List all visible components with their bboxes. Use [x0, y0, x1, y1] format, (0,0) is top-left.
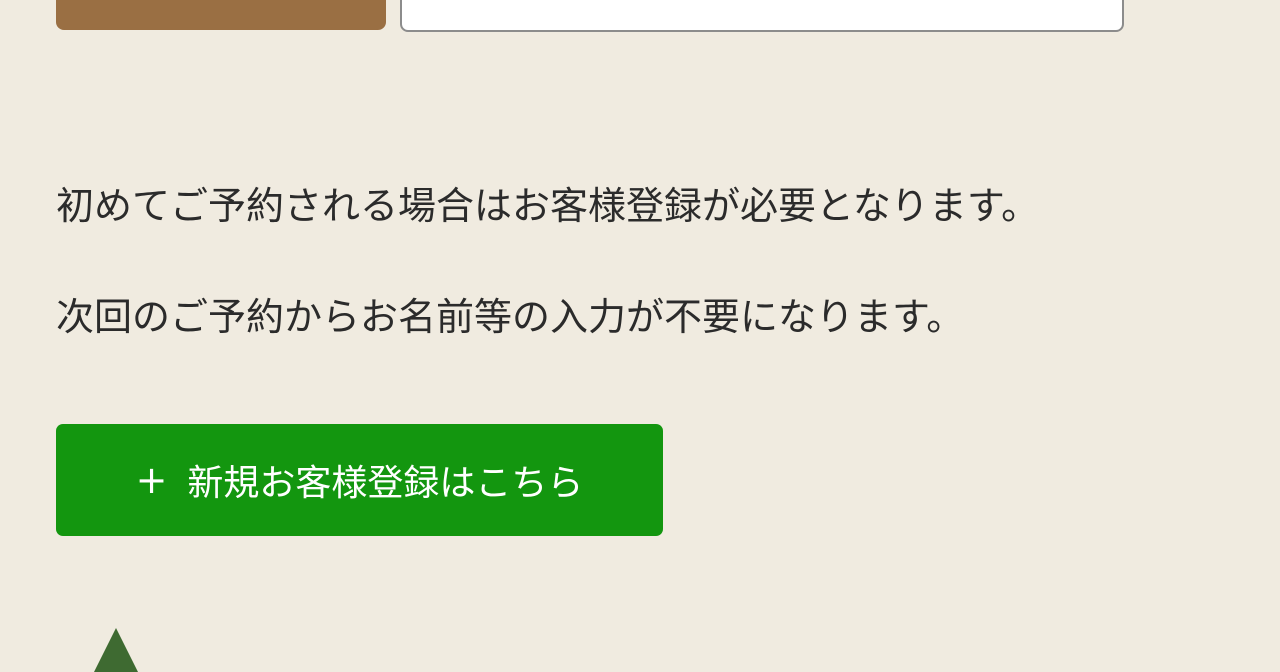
top-action-button[interactable] [56, 0, 386, 30]
next-time-notice: 次回のご予約からお名前等の入力が不要になります。 [56, 295, 965, 339]
top-input-field[interactable] [400, 0, 1124, 32]
register-button-label: 新規お客様登録はこちら [187, 463, 584, 504]
new-customer-register-button[interactable]: + 新規お客様登録はこちら [56, 424, 663, 536]
first-time-notice: 初めてご予約される場合はお客様登録が必要となります。 [56, 184, 1040, 228]
plus-icon: + [135, 458, 168, 502]
tree-icon [94, 628, 138, 672]
